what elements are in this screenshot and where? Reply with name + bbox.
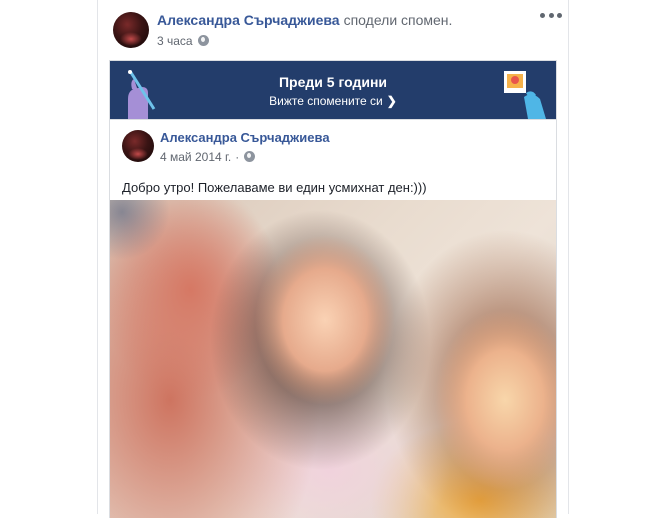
original-post-meta: 4 май 2014 г. · [160, 150, 256, 164]
original-post-date[interactable]: 4 май 2014 г. [160, 150, 231, 164]
shared-original-post: Александра Сърчаджиева 4 май 2014 г. · До… [110, 119, 556, 518]
original-author-name[interactable]: Александра Сърчаджиева [160, 130, 330, 145]
hand-holding-photo-icon [504, 71, 546, 119]
memory-banner-title: Преди 5 години [278, 74, 388, 90]
post-timestamp: 3 часа [157, 34, 209, 48]
memory-banner[interactable]: Преди 5 години Вижте спомените си ❯ [110, 61, 556, 119]
original-post-text: Добро утро! Пожелаваме ви един усмихнат … [122, 180, 427, 195]
author-name-link[interactable]: Александра Сърчаджиева [157, 12, 340, 28]
globe-icon[interactable] [197, 35, 209, 46]
original-author-avatar[interactable] [122, 130, 154, 162]
see-memories-label: Вижте спомените си [269, 94, 383, 108]
memory-card: Преди 5 години Вижте спомените си ❯ Алекс… [109, 60, 557, 518]
post-time-link[interactable]: 3 часа [157, 34, 193, 48]
post-photo[interactable] [110, 200, 556, 518]
author-avatar[interactable] [113, 12, 149, 48]
meta-separator: · [235, 150, 240, 164]
post-header: Александра Сърчаджиева сподели спомен. [157, 12, 452, 28]
see-memories-link[interactable]: Вижте спомените си ❯ [110, 94, 556, 108]
post-action-text: сподели спомен. [343, 12, 453, 28]
chevron-right-icon: ❯ [386, 94, 397, 108]
globe-icon[interactable] [244, 151, 256, 162]
more-options-icon[interactable] [540, 8, 562, 22]
